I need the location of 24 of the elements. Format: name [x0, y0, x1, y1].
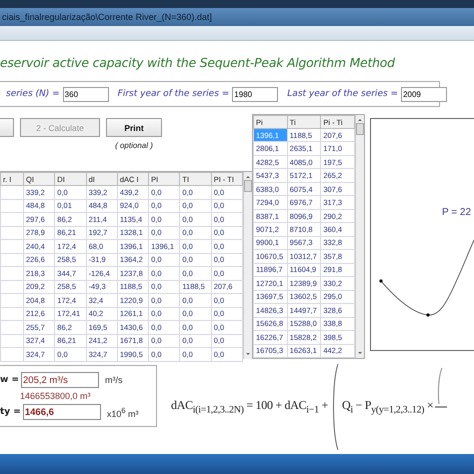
field-label: ty =: [0, 407, 21, 417]
unit-label: x10$^{6}$ m³: [106, 406, 139, 418]
field-label: w =: [0, 375, 19, 385]
formula-text: dAC$_{i(i=1,2,3..2N)}$ = 100 + dAC$_{i−1}$ +: [171, 398, 328, 416]
scrollbar[interactable]: [243, 172, 252, 359]
print-button[interactable]: Print: [106, 118, 162, 137]
field-label: First year of the series =: [118, 89, 230, 99]
toolbar-button[interactable]: [0, 118, 14, 137]
input-field[interactable]: 360: [62, 86, 109, 102]
window-title: ciais_finalregularização\Corrente River_(N=360).dat]: [1, 12, 212, 22]
unit-label: m³/s: [105, 375, 122, 385]
input-field[interactable]: 2009: [401, 86, 448, 102]
input-field[interactable]: 1980: [232, 86, 278, 102]
capacity-field[interactable]: 1466,6: [22, 404, 101, 420]
page-heading: eservoir active capacity with the Sequent-Peak Algorithm Method: [0, 55, 396, 72]
fraction-drawing: [435, 367, 448, 408]
volume-text: 1466553800,0 m³: [20, 391, 92, 401]
peak-label: P = 22: [442, 207, 472, 218]
optional-note: ( optional ): [115, 141, 153, 150]
field-label: series (N) =: [6, 89, 60, 99]
scrollbar[interactable]: [355, 115, 364, 358]
flow-field[interactable]: 205,2 m³/s: [21, 372, 99, 388]
field-label: Last year of the series =: [287, 89, 398, 99]
formula-text: Q$_{i}$ − P$_{y(y=1,2,3..12)}$ ×: [342, 398, 434, 416]
